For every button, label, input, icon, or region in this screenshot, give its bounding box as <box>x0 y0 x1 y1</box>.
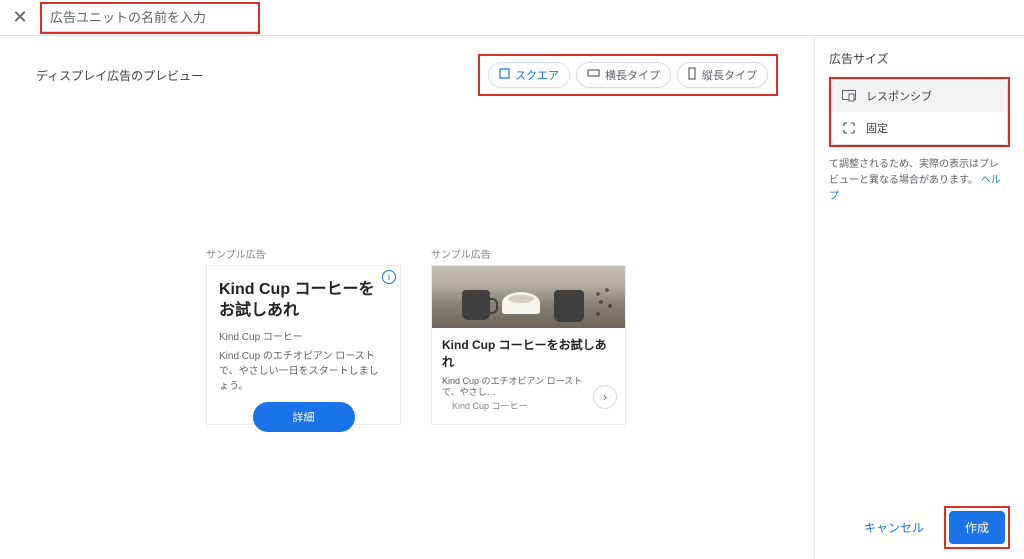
preview-title: ディスプレイ広告のプレビュー <box>36 67 203 84</box>
type-square-label: スクエア <box>515 67 559 83</box>
name-input-highlight <box>40 2 260 34</box>
fixed-icon <box>842 121 856 135</box>
sidebar: 広告サイズ レスポンシブ 固定 て調整されるため、実際の表示はプレビューと異なる… <box>814 36 1024 559</box>
type-square-button[interactable]: スクエア <box>488 62 570 88</box>
ad1-sub: Kind Cup コーヒー <box>219 328 388 343</box>
preview-header: ディスプレイ広告のプレビュー スクエア 横長タイプ 縦長タイプ <box>36 54 778 96</box>
sample-label: サンプル広告 <box>206 246 401 261</box>
horizontal-icon <box>587 69 600 81</box>
sample-ad-2: サンプル広告 i Kind Cup コーヒーをお試しあれ Kind Cup のエ… <box>431 246 626 425</box>
main: ディスプレイ広告のプレビュー スクエア 横長タイプ 縦長タイプ サンプル広告 <box>0 36 1024 559</box>
size-fixed-option[interactable]: 固定 <box>832 112 1007 144</box>
ad2-title: Kind Cup コーヒーをお試しあれ <box>432 328 625 374</box>
chevron-right-icon[interactable]: › <box>593 385 617 409</box>
type-vertical-label: 縦長タイプ <box>702 67 757 83</box>
sample-ads: サンプル広告 i Kind Cup コーヒーをお試しあれ Kind Cup コー… <box>206 246 778 425</box>
footer-actions: キャンセル 作成 <box>854 506 1010 549</box>
type-horizontal-label: 横長タイプ <box>605 67 660 83</box>
ad2-brand: Kind Cup コーヒー <box>442 399 587 418</box>
ad-card-text: i Kind Cup コーヒーをお試しあれ Kind Cup コーヒー Kind… <box>206 265 401 425</box>
ad-size-title: 広告サイズ <box>829 50 1010 67</box>
ad1-desc: Kind Cup のエチオピアン ローストで、やさしい一日をスタートしましょう。 <box>219 349 388 394</box>
close-icon[interactable]: ✕ <box>8 6 32 30</box>
ad-size-highlight: レスポンシブ 固定 <box>829 77 1010 147</box>
type-horizontal-button[interactable]: 横長タイプ <box>576 62 671 88</box>
ad-unit-name-input[interactable] <box>42 4 258 32</box>
header: ✕ <box>0 0 1024 36</box>
responsive-icon <box>842 89 856 103</box>
ad-type-group: スクエア 横長タイプ 縦長タイプ <box>478 54 778 96</box>
ad-size-dropdown[interactable]: レスポンシブ 固定 <box>831 79 1008 145</box>
create-button[interactable]: 作成 <box>949 511 1005 544</box>
ad2-desc: Kind Cup のエチオピアン ローストで、やさし… <box>442 376 587 399</box>
sample-label: サンプル広告 <box>431 246 626 261</box>
sample-ad-1: サンプル広告 i Kind Cup コーヒーをお試しあれ Kind Cup コー… <box>206 246 401 425</box>
preview-panel: ディスプレイ広告のプレビュー スクエア 横長タイプ 縦長タイプ サンプル広告 <box>0 36 814 559</box>
size-fixed-label: 固定 <box>866 120 888 136</box>
cancel-button[interactable]: キャンセル <box>854 511 934 544</box>
square-icon <box>499 68 510 82</box>
ad-size-note: て調整されるため、実際の表示はプレビューと異なる場合があります。 ヘルプ <box>829 157 1010 205</box>
ad1-title: Kind Cup コーヒーをお試しあれ <box>219 280 388 322</box>
vertical-icon <box>688 67 697 83</box>
size-responsive-option[interactable]: レスポンシブ <box>832 80 1007 112</box>
adchoices-icon[interactable]: i <box>382 270 396 284</box>
ad2-image <box>432 266 625 328</box>
create-highlight: 作成 <box>944 506 1010 549</box>
type-vertical-button[interactable]: 縦長タイプ <box>677 62 768 88</box>
size-responsive-label: レスポンシブ <box>866 88 932 104</box>
ad-card-image: i Kind Cup コーヒーをお試しあれ Kind Cup のエチオピアン ロ… <box>431 265 626 425</box>
ad1-detail-button[interactable]: 詳細 <box>253 402 355 432</box>
